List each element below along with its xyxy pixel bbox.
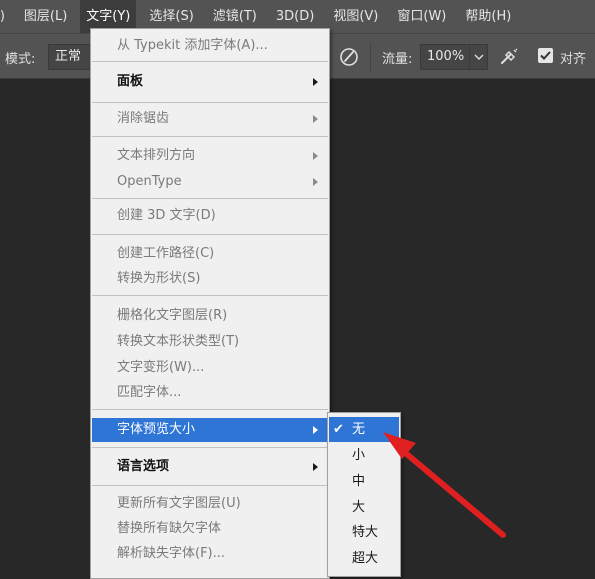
menu-separator [92,485,328,486]
menu-item-convert-to-shape[interactable]: 转换为形状(S) [92,267,328,291]
menu-item-resolve-missing-fonts[interactable]: 解析缺失字体(F)... [92,542,328,566]
submenu-item-label: 中 [352,474,366,489]
menu-item-label: 文本排列方向 [117,148,196,163]
menu-item-rasterize-type-layer[interactable]: 栅格化文字图层(R) [92,304,328,328]
menu-help[interactable]: 帮助(H) [459,0,517,33]
menu-item-label: 字体预览大小 [117,422,196,437]
menu-window[interactable]: 窗口(W) [391,0,452,33]
menu-item-anti-aliasing[interactable]: 消除锯齿 [92,107,328,131]
submenu-item-medium[interactable]: 中 [329,469,399,494]
menu-item-add-typekit-fonts[interactable]: 从 Typekit 添加字体(A)... [92,34,328,58]
menu-separator [92,234,328,235]
mode-label: 模式: [5,52,36,67]
submenu-item-huge[interactable]: 超大 [329,546,399,571]
menu-item-language-options[interactable]: 语言选项 [92,455,328,479]
menu-item-font-preview-size[interactable]: 字体预览大小 [92,418,328,442]
flow-value: 100% [427,49,465,64]
menu-item-convert-text-shape-type[interactable]: 转换文本形状类型(T) [92,330,328,354]
aligned-checkbox[interactable] [538,48,553,63]
checkmark-icon: ✔ [333,422,344,437]
submenu-item-label: 无 [352,422,366,437]
menu-item-opentype[interactable]: OpenType [92,170,328,194]
menu-separator [92,447,328,448]
menu-item-panels[interactable]: 面板 [92,70,328,94]
menu-separator [92,136,328,137]
menu-separator [92,198,328,199]
type-menu-dropdown: 从 Typekit 添加字体(A)... 面板 消除锯齿 文本排列方向 Open… [90,28,330,579]
submenu-arrow-icon [313,115,318,123]
menu-separator [92,61,328,62]
menu-view[interactable]: 视图(V) [327,0,384,33]
submenu-arrow-icon [313,463,318,471]
menu-separator [92,102,328,103]
flow-select[interactable]: 100% [420,44,488,70]
checkmark-icon [540,51,551,60]
submenu-arrow-icon [313,426,318,434]
pressure-opacity-icon[interactable] [338,46,360,68]
submenu-arrow-icon [313,78,318,86]
menu-separator [92,409,328,410]
menu-item-label: 面板 [117,74,144,89]
menu-item-label: 消除锯齿 [117,111,170,126]
menu-item-match-font[interactable]: 匹配字体... [92,381,328,405]
submenu-item-label: 小 [352,448,366,463]
submenu-item-label: 超大 [352,551,379,566]
submenu-item-small[interactable]: 小 [329,443,399,468]
menu-item-update-all-text-layers[interactable]: 更新所有文字图层(U) [92,492,328,516]
submenu-item-label: 特大 [352,525,379,540]
submenu-item-none[interactable]: ✔ 无 [329,417,399,442]
airbrush-icon[interactable] [498,46,520,68]
submenu-item-large[interactable]: 大 [329,495,399,520]
options-divider [370,42,371,72]
menu-layer[interactable]: 图层(L) [18,0,73,33]
menu-item-create-3d-text[interactable]: 创建 3D 文字(D) [92,204,328,228]
submenu-arrow-icon [313,178,318,186]
mode-value: 正常 [55,49,82,64]
flow-label: 流量: [382,52,413,67]
menu-separator [92,295,328,296]
submenu-arrow-icon [313,152,318,160]
menu-item-text-orientation[interactable]: 文本排列方向 [92,144,328,168]
menu-item-label: 语言选项 [117,459,170,474]
chevron-down-icon[interactable] [469,45,487,69]
submenu-item-label: 大 [352,500,366,515]
submenu-item-extra-large[interactable]: 特大 [329,520,399,545]
menu-item-label: OpenType [117,174,182,189]
menu-item-replace-missing-fonts[interactable]: 替换所有缺欠字体 [92,517,328,541]
menu-item-create-work-path[interactable]: 创建工作路径(C) [92,242,328,266]
font-preview-size-submenu: ✔ 无 小 中 大 特大 超大 [327,412,401,577]
aligned-label: 对齐 [560,52,587,67]
menu-item-warp-text[interactable]: 文字变形(W)... [92,356,328,380]
mode-select[interactable]: 正常 [48,44,94,70]
menu-edit-partial[interactable]: I) [0,0,11,33]
